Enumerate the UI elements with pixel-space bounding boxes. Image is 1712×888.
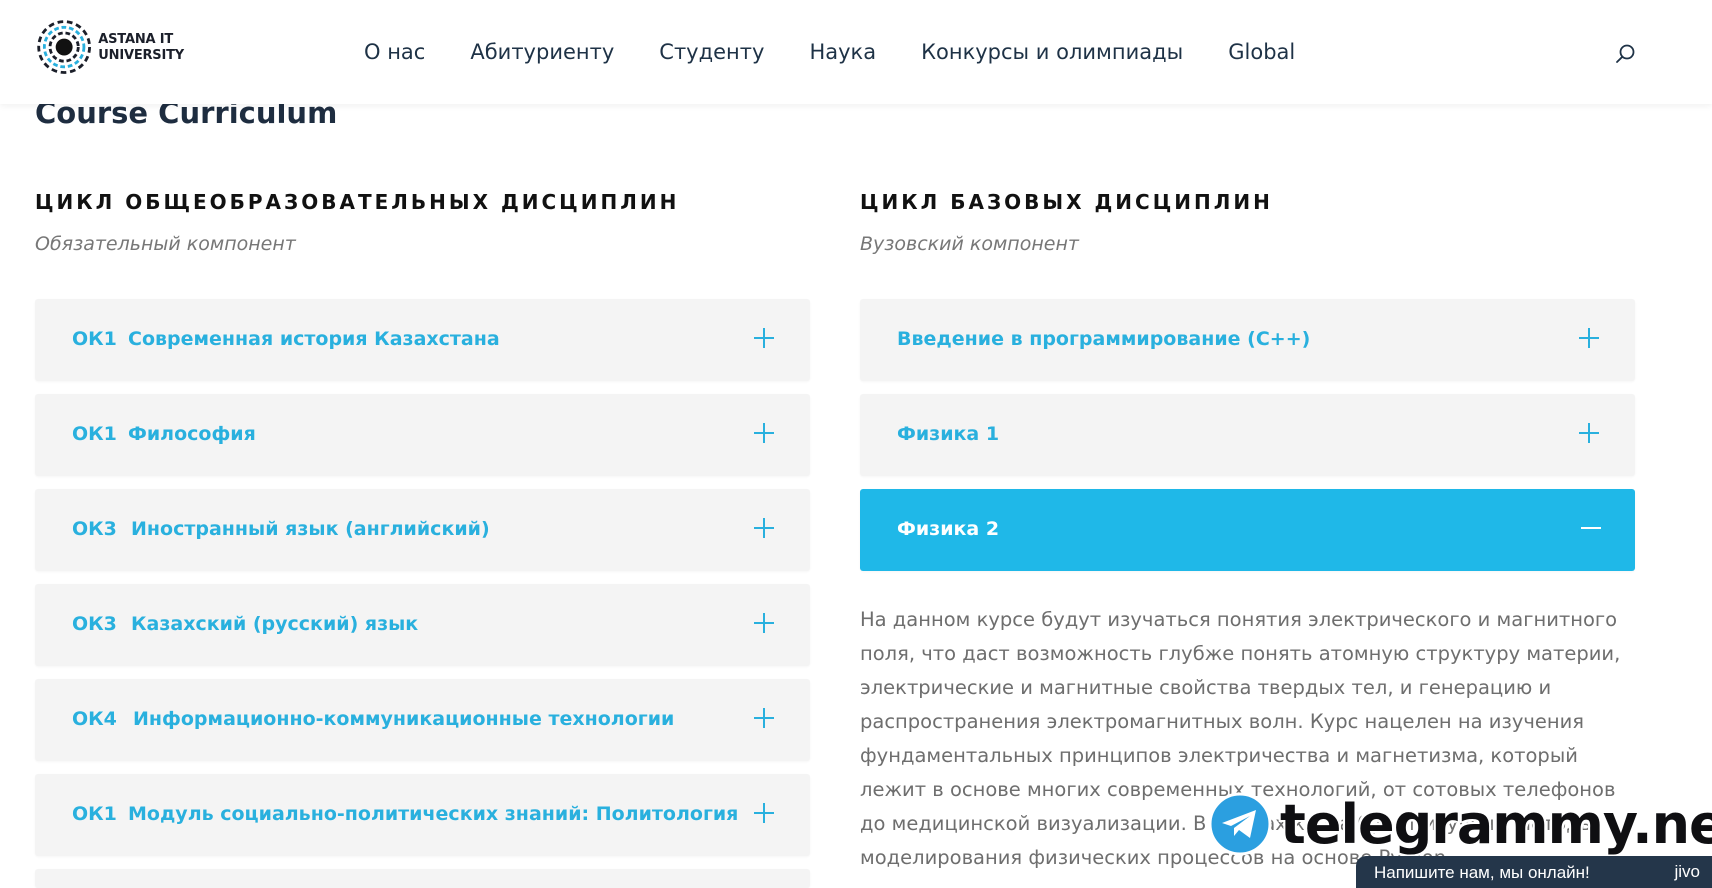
accordion-item[interactable]: ОК1 Модуль социально-политических знаний… bbox=[35, 774, 810, 856]
right-section-subtitle: Вузовский компонент bbox=[860, 233, 1079, 255]
plus-icon[interactable] bbox=[754, 327, 776, 349]
left-section-subtitle: Обязательный компонент bbox=[35, 233, 296, 255]
course-title: Введение в программирование (C++) bbox=[897, 328, 1311, 350]
telegram-logo-icon bbox=[1208, 792, 1272, 856]
accordion-item[interactable]: Физика 1 bbox=[860, 394, 1635, 476]
main-nav: О нас Абитуриенту Студенту Наука Конкурс… bbox=[364, 40, 1340, 64]
right-section-title: ЦИКЛ БАЗОВЫХ ДИСЦИПЛИН bbox=[860, 190, 1273, 214]
accordion-item[interactable]: ОК3 Иностранный язык (английский) bbox=[35, 489, 810, 571]
nav-about[interactable]: О нас bbox=[364, 40, 425, 64]
plus-icon[interactable] bbox=[754, 422, 776, 444]
course-code: ОК3 bbox=[72, 613, 117, 635]
plus-icon[interactable] bbox=[754, 707, 776, 729]
plus-icon[interactable] bbox=[1579, 327, 1601, 349]
logo-mark-icon bbox=[37, 20, 91, 74]
course-title: Философия bbox=[128, 423, 256, 445]
course-title: Физика 2 bbox=[897, 518, 1000, 540]
chat-label: Напишите нам, мы онлайн! bbox=[1374, 863, 1590, 882]
nav-contests[interactable]: Конкурсы и олимпиады bbox=[921, 40, 1183, 64]
nav-applicants[interactable]: Абитуриенту bbox=[470, 40, 614, 64]
logo-text: ASTANA IT UNIVERSITY bbox=[98, 32, 184, 64]
course-title: Физика 1 bbox=[897, 423, 1000, 445]
nav-global[interactable]: Global bbox=[1228, 40, 1295, 64]
accordion-item[interactable]: ОК1 Современная история Казахстана bbox=[35, 299, 810, 381]
watermark-text: telegrammy.net bbox=[1280, 792, 1712, 856]
logo-line-2: UNIVERSITY bbox=[98, 48, 184, 63]
accordion-item[interactable]: Введение в программирование (C++) bbox=[860, 299, 1635, 381]
chat-brand: jivo bbox=[1674, 862, 1700, 881]
left-section-title: ЦИКЛ ОБЩЕОБРАЗОВАТЕЛЬНЫХ ДИСЦИПЛИН bbox=[35, 190, 680, 214]
watermark: telegrammy.net bbox=[1208, 792, 1712, 856]
minus-icon[interactable] bbox=[1581, 527, 1601, 529]
accordion-item-expanded[interactable]: Физика 2 bbox=[860, 489, 1635, 571]
course-title: Модуль социально-политических знаний: По… bbox=[128, 803, 739, 825]
course-code: ОК3 bbox=[72, 518, 117, 540]
plus-icon[interactable] bbox=[1579, 422, 1601, 444]
course-code: ОК4 bbox=[72, 708, 117, 730]
search-icon[interactable] bbox=[1614, 42, 1638, 66]
course-title: Иностранный язык (английский) bbox=[131, 518, 490, 540]
accordion-item[interactable] bbox=[35, 869, 810, 888]
chat-widget[interactable]: Напишите нам, мы онлайн! jivo bbox=[1356, 856, 1712, 888]
accordion-item[interactable]: ОК1 Философия bbox=[35, 394, 810, 476]
plus-icon[interactable] bbox=[754, 612, 776, 634]
course-code: ОК1 bbox=[72, 423, 117, 445]
logo-line-1: ASTANA IT bbox=[98, 32, 173, 47]
plus-icon[interactable] bbox=[754, 517, 776, 539]
course-code: ОК1 bbox=[72, 328, 117, 350]
course-title: Современная история Казахстана bbox=[128, 328, 500, 350]
accordion-item[interactable]: ОК4 Информационно-коммуникационные техно… bbox=[35, 679, 810, 761]
accordion-item[interactable]: ОК3 Казахский (русский) язык bbox=[35, 584, 810, 666]
course-title: Казахский (русский) язык bbox=[131, 613, 419, 635]
university-logo[interactable]: ASTANA IT UNIVERSITY bbox=[34, 12, 184, 84]
nav-students[interactable]: Студенту bbox=[659, 40, 764, 64]
nav-science[interactable]: Наука bbox=[809, 40, 876, 64]
course-code: ОК1 bbox=[72, 803, 117, 825]
course-title: Информационно-коммуникационные технологи… bbox=[133, 708, 675, 730]
plus-icon[interactable] bbox=[754, 802, 776, 824]
site-header: ASTANA IT UNIVERSITY О нас Абитуриенту С… bbox=[0, 0, 1712, 104]
